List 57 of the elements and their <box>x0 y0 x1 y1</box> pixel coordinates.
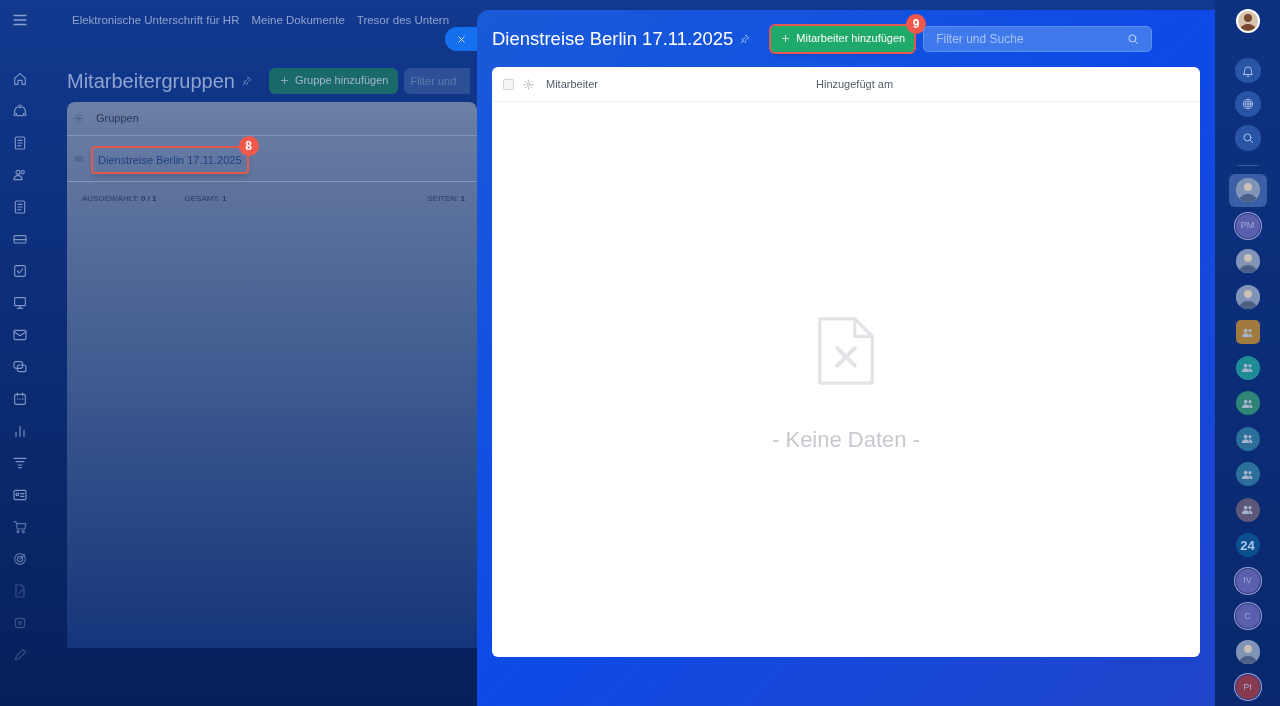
footer-stat: SEITEN: 1 <box>427 193 465 205</box>
nodes-icon[interactable] <box>12 103 28 119</box>
pin-icon[interactable] <box>739 32 752 45</box>
spiral-icon[interactable] <box>1234 91 1261 117</box>
avatar[interactable]: IV <box>1235 568 1260 593</box>
nav-tab[interactable]: Meine Dokumente <box>251 13 345 27</box>
group-chat-avatar[interactable] <box>1235 426 1260 451</box>
nav-tab[interactable]: Elektronische Unterschrift für HR <box>72 13 240 27</box>
contact-card-icon[interactable] <box>12 487 28 503</box>
avatar[interactable]: PI <box>1235 675 1260 700</box>
empty-state-text: - Keine Daten - <box>772 426 920 454</box>
avatar[interactable] <box>1235 178 1260 203</box>
chat-avatar[interactable]: 24 <box>1235 533 1260 558</box>
group-chat-avatar[interactable] <box>1235 355 1260 380</box>
page-title: Mitarbeitergruppen <box>67 68 235 94</box>
search-field[interactable]: Filter und Suche <box>923 25 1153 52</box>
panel-title: Dienstreise Berlin 17.11.2025 <box>492 26 734 51</box>
document-icon[interactable] <box>12 199 28 215</box>
cart-icon[interactable] <box>12 519 28 535</box>
step-badge: 9 <box>906 13 927 34</box>
close-icon <box>455 33 467 45</box>
search-icon[interactable] <box>1126 31 1141 46</box>
presentation-icon[interactable] <box>12 295 28 311</box>
column-header: Hinzugefügt am <box>816 76 894 92</box>
group-chat-avatar[interactable] <box>1235 320 1260 345</box>
calendar-icon[interactable] <box>12 391 28 407</box>
column-header: Mitarbeiter <box>546 76 599 92</box>
group-chat-avatar[interactable] <box>1235 391 1260 416</box>
chat-icon[interactable] <box>12 359 28 375</box>
group-chat-avatar[interactable] <box>1235 497 1260 522</box>
funnel-icon[interactable] <box>12 455 28 471</box>
bar-chart-icon[interactable] <box>12 423 28 439</box>
checkbox-icon[interactable] <box>12 263 28 279</box>
avatar[interactable]: C <box>1235 604 1260 629</box>
bell-icon[interactable] <box>1234 57 1261 84</box>
avatar[interactable] <box>1235 639 1260 664</box>
footer-stat: GESAMT: 1 <box>184 193 227 205</box>
avatar[interactable] <box>1235 284 1260 309</box>
footer-stat: AUSGEWÄHLT: 0 / 1 <box>82 193 157 205</box>
nav-tab[interactable]: Tresor des Untern <box>356 13 450 27</box>
plus-icon <box>780 33 792 44</box>
target-icon[interactable] <box>12 551 28 567</box>
select-all-checkbox[interactable] <box>503 78 514 90</box>
people-icon[interactable] <box>12 167 28 183</box>
plus-icon <box>278 75 290 86</box>
pin-icon[interactable] <box>240 74 253 87</box>
mail-icon[interactable] <box>12 327 28 343</box>
column-header: Gruppen <box>96 111 139 127</box>
avatar[interactable]: PM <box>1235 213 1260 238</box>
close-button[interactable] <box>445 27 477 51</box>
add-group-button[interactable]: Gruppe hinzufügen <box>268 67 399 94</box>
document-icon[interactable] <box>12 135 28 151</box>
home-icon[interactable] <box>12 71 28 87</box>
user-avatar[interactable] <box>1235 9 1260 33</box>
chat-search-icon[interactable] <box>1234 124 1261 151</box>
group-chat-avatar[interactable] <box>1235 462 1260 487</box>
avatar[interactable] <box>1235 249 1260 274</box>
